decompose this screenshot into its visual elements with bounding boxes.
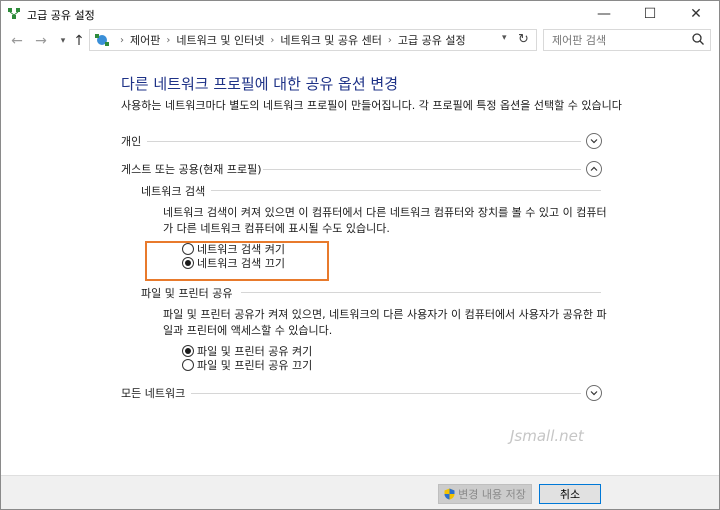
up-button[interactable]: ↑ bbox=[69, 31, 89, 51]
search-input[interactable] bbox=[543, 29, 711, 51]
radio-button[interactable] bbox=[182, 345, 194, 357]
page-title: 다른 네트워크 프로필에 대한 공유 옵션 변경 bbox=[121, 75, 399, 93]
uac-shield-icon bbox=[444, 488, 455, 500]
save-button-label: 변경 내용 저장 bbox=[458, 488, 526, 501]
description-line: 파일 및 프린터 공유가 켜져 있으면, 네트워크의 다른 사용자가 이 컴퓨터… bbox=[163, 308, 607, 321]
divider bbox=[191, 393, 581, 394]
description-line: 가 다른 네트워크 컴퓨터에 표시될 수도 있습니다. bbox=[163, 222, 390, 235]
divider bbox=[147, 141, 581, 142]
breadcrumb-separator: › bbox=[387, 34, 392, 46]
button-bar: 변경 내용 저장 취소 bbox=[1, 475, 719, 509]
breadcrumb-control-panel[interactable]: 제어판 bbox=[130, 32, 160, 48]
divider bbox=[263, 169, 581, 170]
forward-button[interactable]: → bbox=[31, 31, 51, 51]
advanced-sharing-window: 고급 공유 설정 — ☐ ✕ ← → ▾ ↑ › 제어판 › 네트워크 및 인터… bbox=[0, 0, 720, 510]
option-label: 파일 및 프린터 공유 끄기 bbox=[197, 359, 313, 372]
option-label: 네트워크 검색 끄기 bbox=[197, 257, 285, 270]
radio-button[interactable] bbox=[182, 257, 194, 269]
description-line: 일과 프린터에 액세스할 수 있습니다. bbox=[163, 324, 333, 337]
breadcrumb-network-internet[interactable]: 네트워크 및 인터넷 bbox=[176, 32, 264, 48]
divider bbox=[211, 190, 601, 191]
radio-button[interactable] bbox=[182, 359, 194, 371]
breadcrumb-advanced-sharing[interactable]: 고급 공유 설정 bbox=[398, 32, 466, 48]
breadcrumb-separator: › bbox=[270, 34, 275, 46]
save-changes-button[interactable]: 변경 내용 저장 bbox=[438, 484, 532, 504]
profile-private-label[interactable]: 개인 bbox=[121, 133, 141, 149]
navigation-bar: ← → ▾ ↑ › 제어판 › 네트워크 및 인터넷 › 네트워크 및 공유 센… bbox=[1, 29, 719, 53]
expand-private-chevron-icon[interactable] bbox=[586, 133, 602, 149]
breadcrumb-network-sharing-center[interactable]: 네트워크 및 공유 센터 bbox=[280, 32, 382, 48]
network-discovery-heading: 네트워크 검색 bbox=[141, 185, 206, 198]
title-bar: 고급 공유 설정 — ☐ ✕ bbox=[1, 1, 719, 27]
file-sharing-off-option[interactable]: 파일 및 프린터 공유 끄기 bbox=[182, 357, 312, 373]
watermark: Jsmall.net bbox=[510, 427, 584, 445]
control-panel-network-icon bbox=[95, 34, 109, 46]
description-line: 네트워크 검색이 켜져 있으면 이 컴퓨터에서 다른 네트워크 컴퓨터와 장치를… bbox=[163, 206, 607, 219]
close-button[interactable]: ✕ bbox=[673, 1, 719, 27]
collapse-guest-chevron-icon[interactable] bbox=[586, 161, 602, 177]
expand-all-networks-chevron-icon[interactable] bbox=[586, 385, 602, 401]
file-sharing-heading: 파일 및 프린터 공유 bbox=[141, 287, 233, 300]
profile-all-networks-label[interactable]: 모든 네트워크 bbox=[121, 385, 185, 401]
network-discovery-description: 네트워크 검색이 켜져 있으면 이 컴퓨터에서 다른 네트워크 컴퓨터와 장치를… bbox=[163, 205, 607, 237]
address-bar[interactable]: › 제어판 › 네트워크 및 인터넷 › 네트워크 및 공유 센터 › 고급 공… bbox=[89, 29, 537, 51]
breadcrumb-separator: › bbox=[166, 34, 171, 46]
divider bbox=[241, 292, 601, 293]
address-dropdown-button[interactable]: ▾ bbox=[502, 33, 507, 43]
radio-button[interactable] bbox=[182, 243, 194, 255]
search-icon[interactable] bbox=[691, 32, 705, 46]
network-discovery-off-option[interactable]: 네트워크 검색 끄기 bbox=[182, 255, 285, 271]
maximize-button[interactable]: ☐ bbox=[627, 1, 673, 27]
cancel-button[interactable]: 취소 bbox=[539, 484, 601, 504]
file-sharing-description: 파일 및 프린터 공유가 켜져 있으면, 네트워크의 다른 사용자가 이 컴퓨터… bbox=[163, 307, 607, 339]
window-title: 고급 공유 설정 bbox=[27, 9, 95, 22]
page-description: 사용하는 네트워크마다 별도의 네트워크 프로필이 만들어집니다. 각 프로필에… bbox=[121, 99, 622, 112]
network-app-icon bbox=[8, 8, 20, 19]
refresh-button[interactable]: ↻ bbox=[518, 32, 529, 47]
breadcrumb-separator: › bbox=[120, 34, 124, 46]
back-button[interactable]: ← bbox=[7, 31, 27, 51]
main-content: 다른 네트워크 프로필에 대한 공유 옵션 변경 사용하는 네트워크마다 별도의… bbox=[1, 57, 719, 475]
minimize-button[interactable]: — bbox=[581, 1, 627, 27]
profile-guest-label[interactable]: 게스트 또는 공용(현재 프로필) bbox=[121, 161, 262, 177]
